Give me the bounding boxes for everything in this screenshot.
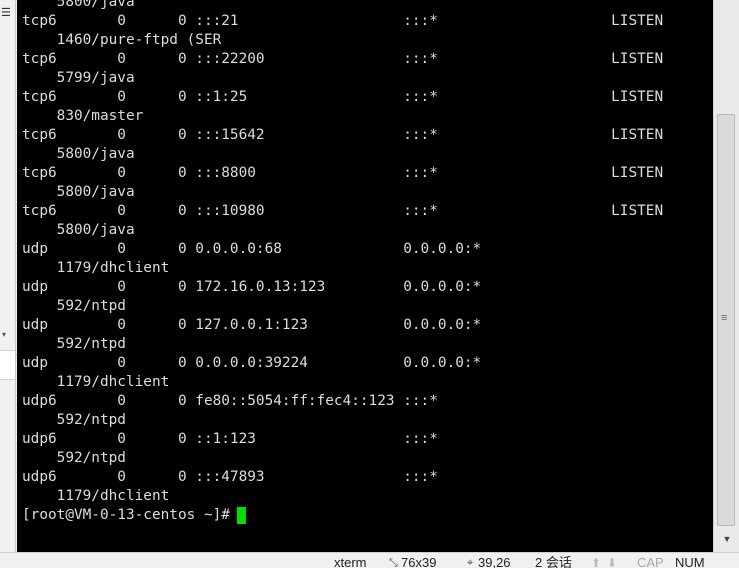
terminal-size: 76x39: [401, 555, 437, 568]
menu-lines-icon[interactable]: ☰: [1, 8, 11, 19]
terminal-line: tcp6 0 0 :::22200 :::* LISTEN: [22, 51, 664, 67]
terminal-line: tcp6 0 0 :::8800 :::* LISTEN: [22, 165, 664, 181]
terminal-line: 592/ntpd: [22, 412, 126, 428]
terminal-type: xterm: [334, 555, 367, 568]
caps-lock-indicator: CAP: [637, 555, 664, 568]
terminal-line: 1179/dhclient: [22, 374, 170, 390]
terminal-line: 830/master: [22, 108, 144, 124]
terminal-line: tcp6 0 0 :::21 :::* LISTEN: [22, 13, 664, 29]
resize-icon: ⤡: [389, 557, 398, 568]
terminal-line: 5800/java: [22, 222, 135, 238]
xshell-window: ☰ ▾ 5800/java tcp6 0 0 :::21 :::* LISTEN …: [0, 0, 739, 568]
terminal-cursor: [236, 507, 246, 524]
terminal-line: 1179/dhclient: [22, 260, 170, 276]
shell-prompt: [root@VM-0-13-centos ~]#: [22, 507, 230, 523]
terminal-line: 592/ntpd: [22, 336, 126, 352]
up-arrow-icon[interactable]: ⬆: [591, 556, 601, 568]
scroll-thumb[interactable]: ≡: [717, 114, 735, 526]
session-count[interactable]: 2 会话: [535, 556, 572, 568]
terminal-output: 5800/java tcp6 0 0 :::21 :::* LISTEN 1460…: [22, 0, 663, 525]
left-side-panel: ☰ ▾: [0, 0, 16, 552]
vertical-scrollbar[interactable]: ≡ ▼: [713, 0, 739, 552]
num-lock-indicator: NUM: [675, 555, 705, 568]
terminal-line: tcp6 0 0 :::10980 :::* LISTEN: [22, 203, 664, 219]
terminal-line: 5800/java: [22, 146, 135, 162]
scroll-down-arrow-icon[interactable]: ▼: [720, 532, 734, 546]
terminal-line: udp6 0 0 ::1:123 :::*: [22, 431, 438, 447]
cursor-position: 39,26: [478, 555, 511, 568]
terminal-line: 5800/java: [22, 0, 135, 10]
terminal-line: tcp6 0 0 ::1:25 :::* LISTEN: [22, 89, 664, 105]
terminal-line: 1179/dhclient: [22, 488, 170, 504]
terminal-line: udp 0 0 0.0.0.0:39224 0.0.0.0:*: [22, 355, 482, 371]
side-panel-field: [0, 350, 15, 380]
collapse-arrow-icon[interactable]: ▾: [2, 330, 6, 339]
terminal-line: udp 0 0 172.16.0.13:123 0.0.0.0:*: [22, 279, 482, 295]
terminal-line: 5799/java: [22, 70, 135, 86]
terminal-line: 5800/java: [22, 184, 135, 200]
terminal-line: udp6 0 0 :::47893 :::*: [22, 469, 438, 485]
status-bar: xterm ⤡ 76x39 ⌖ 39,26 2 会话 ⬆ ⬇ CAP NUM: [0, 552, 739, 568]
cursor-position-icon: ⌖: [467, 557, 474, 568]
terminal-line: 592/ntpd: [22, 298, 126, 314]
terminal-line: udp 0 0 0.0.0.0:68 0.0.0.0:*: [22, 241, 482, 257]
terminal-line: udp6 0 0 fe80::5054:ff:fec4::123 :::*: [22, 393, 438, 409]
terminal-line: 592/ntpd: [22, 450, 126, 466]
terminal-line: udp 0 0 127.0.0.1:123 0.0.0.0:*: [22, 317, 482, 333]
terminal-line: 1460/pure-ftpd (SER: [22, 32, 222, 48]
scroll-grip-icon: ≡: [721, 312, 728, 324]
terminal-line: tcp6 0 0 :::15642 :::* LISTEN: [22, 127, 664, 143]
down-arrow-icon[interactable]: ⬇: [607, 556, 617, 568]
terminal-prompt-line[interactable]: [root@VM-0-13-centos ~]#: [22, 506, 663, 525]
terminal-screen[interactable]: 5800/java tcp6 0 0 :::21 :::* LISTEN 1460…: [17, 0, 713, 552]
